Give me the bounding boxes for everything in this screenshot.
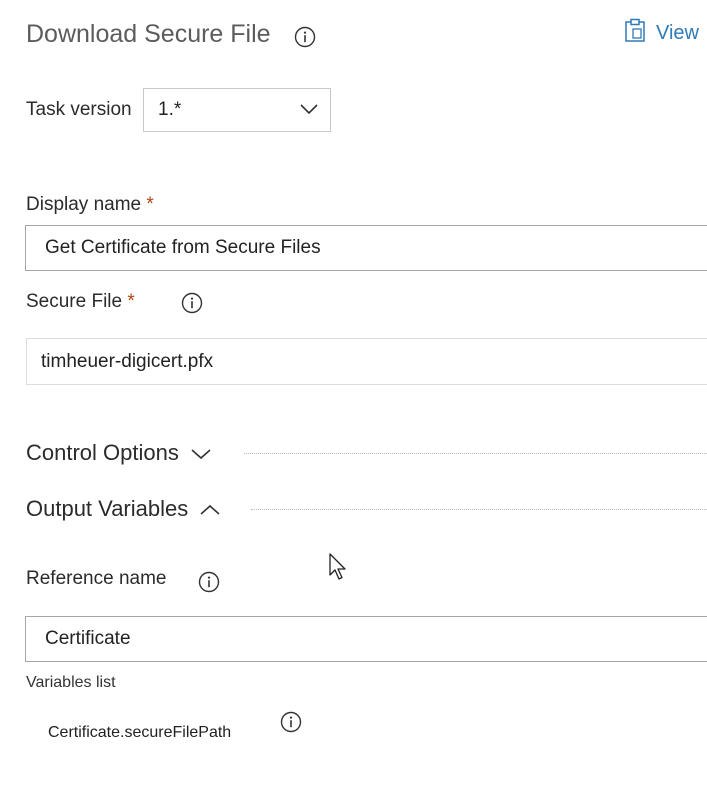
variables-list-label: Variables list bbox=[26, 674, 116, 691]
task-version-value: 1.* bbox=[158, 99, 182, 120]
chevron-up-icon bbox=[200, 496, 220, 522]
mouse-cursor-icon bbox=[329, 553, 349, 586]
page-title-text: Download Secure File bbox=[26, 20, 271, 48]
output-variables-toggle[interactable]: Output Variables bbox=[26, 496, 220, 522]
display-name-value: Get Certificate from Secure Files bbox=[45, 237, 321, 258]
task-version-select[interactable]: 1.* bbox=[143, 88, 331, 132]
reference-name-label: Reference name bbox=[26, 568, 167, 589]
secure-file-label-text: Secure File bbox=[26, 291, 123, 312]
task-version-label: Task version bbox=[26, 99, 132, 120]
secure-file-select[interactable]: timheuer-digicert.pfx bbox=[26, 338, 707, 385]
control-options-toggle[interactable]: Control Options bbox=[26, 440, 211, 466]
section-divider bbox=[244, 453, 707, 454]
variable-item: Certificate.secureFilePath bbox=[48, 724, 232, 741]
chevron-down-icon bbox=[191, 440, 211, 466]
clipboard-icon bbox=[624, 18, 646, 48]
display-name-label: Display name * bbox=[26, 194, 154, 216]
control-options-label: Control Options bbox=[26, 440, 179, 465]
required-mark: * bbox=[127, 291, 135, 312]
info-icon[interactable] bbox=[198, 571, 220, 593]
output-variables-label: Output Variables bbox=[26, 496, 189, 521]
required-mark: * bbox=[146, 194, 154, 215]
view-label: View bbox=[656, 21, 699, 44]
secure-file-value: timheuer-digicert.pfx bbox=[41, 350, 214, 372]
chevron-down-icon bbox=[300, 99, 318, 121]
info-icon[interactable] bbox=[294, 26, 316, 48]
section-divider bbox=[251, 509, 707, 510]
info-icon[interactable] bbox=[181, 292, 203, 314]
display-name-input[interactable]: Get Certificate from Secure Files bbox=[25, 225, 707, 271]
page-title: Download Secure File bbox=[26, 20, 271, 49]
display-name-label-text: Display name bbox=[26, 194, 142, 215]
view-yaml-button[interactable]: View bbox=[624, 18, 699, 48]
reference-name-input[interactable]: Certificate bbox=[25, 616, 707, 662]
reference-name-value: Certificate bbox=[45, 628, 131, 649]
secure-file-label: Secure File * bbox=[26, 291, 135, 313]
info-icon[interactable] bbox=[280, 711, 302, 733]
